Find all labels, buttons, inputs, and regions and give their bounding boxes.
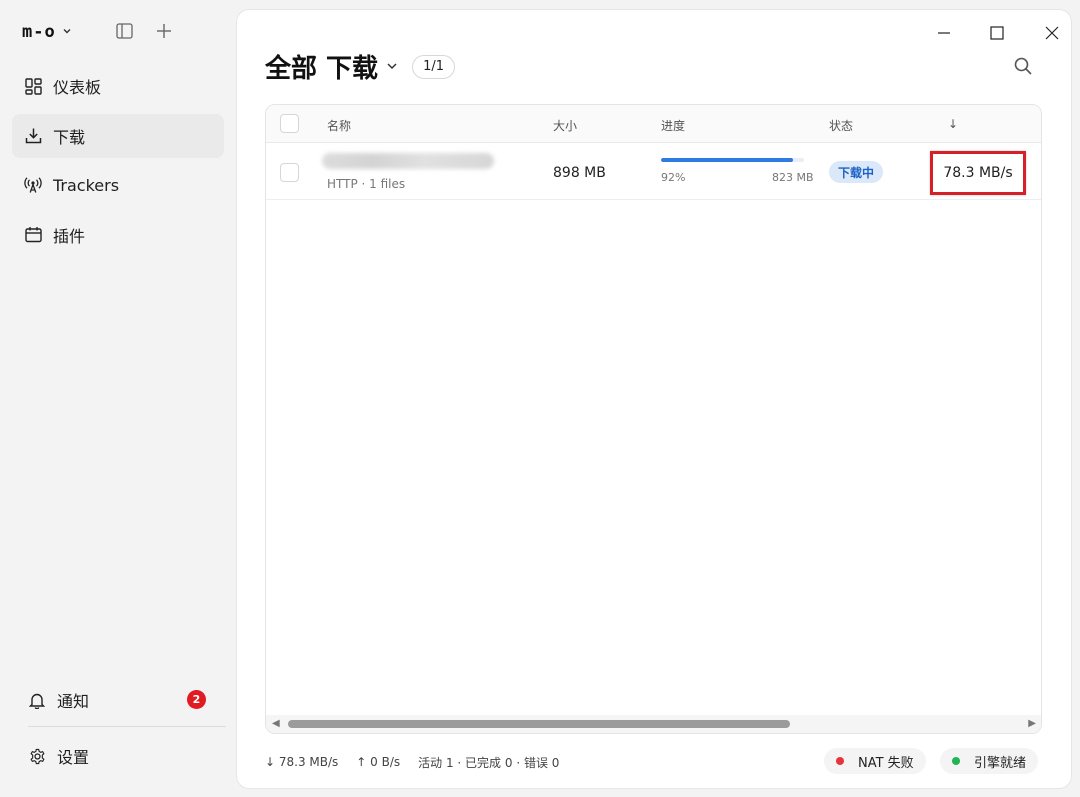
gear-icon <box>28 747 46 765</box>
nat-status-dot-icon <box>836 757 844 765</box>
dashboard-grid-icon <box>24 77 42 95</box>
nat-status-chip[interactable]: NAT 失败 <box>824 748 926 774</box>
progress-bar <box>661 158 804 162</box>
download-icon <box>24 127 42 145</box>
engine-status-dot-icon <box>952 757 960 765</box>
engine-status-label: 引擎就绪 <box>974 755 1027 771</box>
downloaded-amount: 823 MB <box>772 171 814 184</box>
bell-icon <box>28 691 46 709</box>
sidebar-item-label: Trackers <box>53 175 120 195</box>
page-header: 全部 下载 1/1 <box>265 48 455 85</box>
total-upload-speed: ↑ 0 B/s <box>356 755 401 769</box>
search-icon[interactable] <box>1013 56 1033 76</box>
chevron-down-icon <box>62 26 72 39</box>
main-panel: 全部 下载 1/1 名称 大小 进度 状态 ↓ HTTP · 1 files 8… <box>237 10 1071 788</box>
settings-item[interactable]: 设置 <box>28 740 226 772</box>
progress-bar-fill <box>661 158 793 162</box>
task-summary: 活动 1 · 已完成 0 · 错误 0 <box>418 755 560 770</box>
sidebar-divider <box>28 726 226 727</box>
status-badge: 下载中 <box>829 161 884 183</box>
sidebar-item-downloads[interactable]: 下载 <box>12 113 224 158</box>
select-all-checkbox[interactable] <box>280 114 299 133</box>
column-header-download-speed[interactable]: ↓ <box>948 117 958 131</box>
app-logo: m-o <box>22 22 56 42</box>
nat-status-label: NAT 失败 <box>858 755 914 771</box>
page-title[interactable]: 全部 下载 <box>265 48 378 85</box>
progress-percent: 92% <box>661 171 686 184</box>
settings-label: 设置 <box>57 748 90 767</box>
maximize-icon[interactable] <box>986 22 1008 44</box>
sidebar-item-trackers[interactable]: Trackers <box>12 163 224 207</box>
notifications-label: 通知 <box>57 692 90 711</box>
antenna-icon <box>24 176 42 194</box>
sidebar-item-plugins[interactable]: 插件 <box>12 213 224 257</box>
app-switcher[interactable]: m-o <box>22 20 72 44</box>
downloads-table: 名称 大小 进度 状态 ↓ HTTP · 1 files 898 MB 92% … <box>265 104 1042 734</box>
task-size: 898 MB <box>553 165 606 181</box>
horizontal-scrollbar[interactable]: ◀ ▶ <box>266 715 1041 733</box>
table-row[interactable]: HTTP · 1 files 898 MB 92% 823 MB 下载中 78.… <box>266 144 1041 200</box>
minimize-icon[interactable] <box>933 22 955 44</box>
chevron-down-icon[interactable] <box>386 60 398 76</box>
task-source-info: HTTP · 1 files <box>327 177 406 191</box>
column-header-size[interactable]: 大小 <box>553 117 577 134</box>
sidebar-item-dashboard[interactable]: 仪表板 <box>12 64 224 108</box>
sidebar: m-o 仪表板 下载 Trackers 插件 通知 2 设置 <box>0 0 236 797</box>
download-speed: 78.3 MB/s <box>943 165 1013 181</box>
notifications-item[interactable]: 通知 2 <box>28 684 226 716</box>
row-checkbox[interactable] <box>280 163 299 182</box>
column-header-name[interactable]: 名称 <box>327 117 351 134</box>
total-download-speed: ↓ 78.3 MB/s <box>265 755 339 769</box>
task-count-badge: 1/1 <box>412 54 455 79</box>
status-bar: ↓ 78.3 MB/s ↑ 0 B/s 活动 1 · 已完成 0 · 错误 0 <box>265 752 577 772</box>
notification-count-badge: 2 <box>187 690 206 709</box>
redacted-file-name <box>322 153 494 169</box>
scroll-left-arrow-icon[interactable]: ◀ <box>272 718 280 729</box>
sidebar-item-label: 插件 <box>53 226 86 246</box>
sidebar-toggle-icon[interactable] <box>115 22 133 40</box>
column-header-status[interactable]: 状态 <box>829 117 853 134</box>
plus-icon[interactable] <box>155 22 173 40</box>
scroll-right-arrow-icon[interactable]: ▶ <box>1028 718 1036 729</box>
plugin-calendar-icon <box>24 226 42 244</box>
sidebar-item-label: 下载 <box>53 127 86 147</box>
column-header-progress[interactable]: 进度 <box>661 117 685 134</box>
close-icon[interactable] <box>1041 22 1063 44</box>
download-speed-highlight: 78.3 MB/s <box>930 151 1026 195</box>
scrollbar-thumb[interactable] <box>288 720 790 728</box>
engine-status-chip[interactable]: 引擎就绪 <box>940 748 1039 774</box>
sidebar-item-label: 仪表板 <box>53 78 102 97</box>
sidebar-nav: 仪表板 下载 Trackers 插件 <box>12 64 224 262</box>
table-header: 名称 大小 进度 状态 ↓ <box>266 105 1041 143</box>
